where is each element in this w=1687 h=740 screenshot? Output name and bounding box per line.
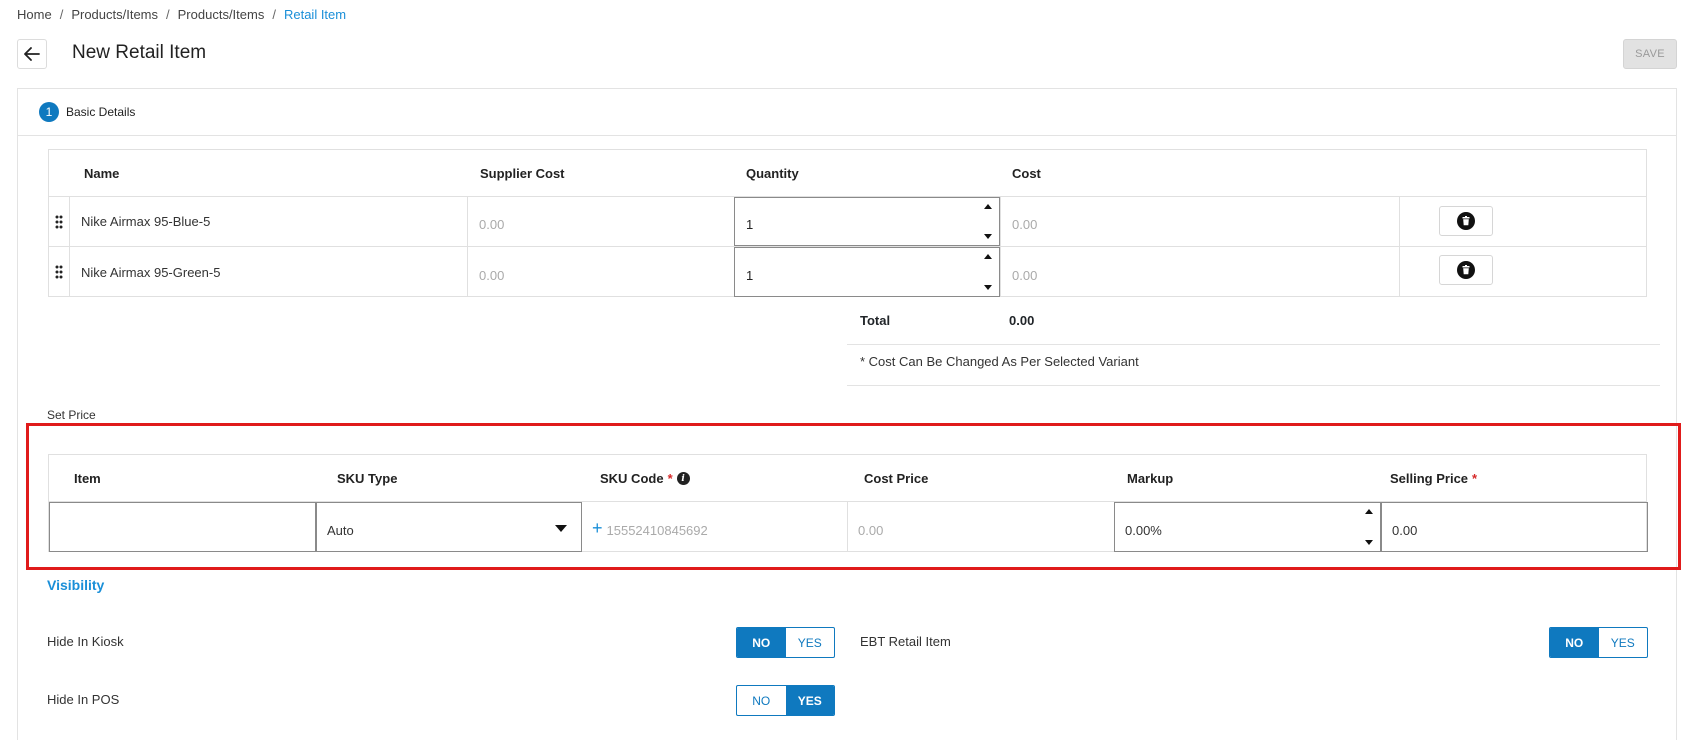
visibility-title: Visibility (47, 577, 105, 593)
hide-pos-toggle[interactable]: NO YES (736, 685, 835, 716)
sku-code-placeholder: 15552410845692 (606, 522, 708, 538)
back-button[interactable] (17, 39, 47, 69)
column-header-selling-price: Selling Price * (1390, 471, 1477, 486)
divider (847, 344, 1660, 345)
divider (847, 385, 1660, 386)
quantity-stepper[interactable]: 1 (734, 197, 1000, 246)
breadcrumb-products[interactable]: Products/Items (71, 7, 158, 22)
hide-pos-label: Hide In POS (47, 692, 120, 707)
table-row: Nike Airmax 95-Green-5 0.00 1 0.00 (49, 247, 1646, 297)
spin-down-icon[interactable] (984, 285, 992, 290)
hide-kiosk-label: Hide In Kiosk (47, 634, 124, 649)
column-header-cost: Cost (1012, 166, 1041, 181)
required-mark: * (1472, 471, 1478, 486)
hide-kiosk-yes[interactable]: YES (786, 628, 835, 657)
column-header-name: Name (84, 166, 120, 181)
supplier-cost-input[interactable]: 0.00 (468, 197, 734, 246)
markup-value: 0.00% (1125, 522, 1162, 538)
trash-icon (1457, 261, 1475, 279)
trash-icon (1457, 212, 1475, 230)
item-input[interactable] (49, 502, 316, 552)
ebt-retail-label: EBT Retail Item (860, 634, 951, 649)
sku-type-select[interactable]: Auto (316, 502, 582, 552)
step-label[interactable]: Basic Details (66, 105, 135, 119)
column-header-cost-price: Cost Price (864, 471, 929, 486)
set-price-table-header: Item SKU Type SKU Code * i Cost Price Ma… (49, 455, 1646, 502)
table-row: Auto + 15552410845692 0.00 0.00% 0.00 (49, 502, 1648, 552)
sku-code-header-label: SKU Code (600, 471, 664, 486)
column-header-sku-code: SKU Code * i (600, 471, 690, 486)
step-number-badge: 1 (39, 102, 59, 122)
caret-down-icon (555, 525, 567, 532)
hide-pos-yes[interactable]: YES (785, 686, 834, 715)
info-icon[interactable]: i (676, 472, 690, 485)
selling-price-input[interactable]: 0.00 (1381, 502, 1648, 552)
delete-variant-button[interactable] (1439, 255, 1493, 285)
total-label: Total (860, 313, 891, 328)
variants-table-header: Name Supplier Cost Quantity Cost (49, 150, 1646, 197)
ebt-retail-no[interactable]: NO (1550, 628, 1599, 657)
hide-kiosk-no[interactable]: NO (737, 628, 786, 657)
set-price-table: Item SKU Type SKU Code * i Cost Price Ma… (48, 454, 1648, 552)
markup-spinner[interactable] (1358, 503, 1380, 551)
column-header-item: Item (74, 471, 101, 486)
column-header-markup: Markup (1127, 471, 1174, 486)
quantity-spinner[interactable] (977, 198, 999, 245)
spin-down-icon[interactable] (1365, 540, 1373, 545)
column-header-sku-type: SKU Type (337, 471, 398, 486)
cost-price-value: 0.00 (858, 522, 884, 538)
plus-icon[interactable]: + (592, 518, 603, 539)
quantity-spinner[interactable] (977, 248, 999, 296)
variants-table: Name Supplier Cost Quantity Cost Nike Ai… (48, 149, 1647, 297)
drag-handle-icon[interactable] (49, 197, 70, 246)
sku-type-value: Auto (327, 522, 354, 538)
quantity-value: 1 (746, 267, 754, 283)
breadcrumb-separator: / (166, 7, 170, 22)
delete-variant-button[interactable] (1439, 206, 1493, 236)
breadcrumb: Home / Products/Items / Products/Items /… (17, 7, 346, 22)
total-value: 0.00 (1009, 313, 1035, 328)
breadcrumb-separator: / (59, 7, 64, 22)
selling-price-header-label: Selling Price (1390, 471, 1469, 486)
hide-pos-no[interactable]: NO (737, 686, 786, 715)
table-row: Nike Airmax 95-Blue-5 0.00 1 0.00 (49, 197, 1646, 247)
breadcrumb-separator: / (272, 7, 276, 22)
supplier-cost-input[interactable]: 0.00 (468, 247, 734, 297)
ebt-retail-toggle[interactable]: NO YES (1549, 627, 1648, 658)
quantity-value: 1 (746, 217, 754, 232)
page-title: New Retail Item (72, 42, 207, 63)
cost-note: * Cost Can Be Changed As Per Selected Va… (860, 354, 1139, 369)
set-price-label: Set Price (47, 408, 96, 422)
variant-name: Nike Airmax 95-Blue-5 (70, 197, 468, 246)
breadcrumb-products-2[interactable]: Products/Items (178, 7, 265, 22)
spin-up-icon[interactable] (1365, 509, 1373, 514)
sku-code-field[interactable]: + 15552410845692 (582, 502, 848, 552)
cost-value: 0.00 (1000, 247, 1400, 297)
breadcrumb-current: Retail Item (283, 7, 347, 22)
required-mark: * (667, 471, 673, 486)
ebt-retail-yes[interactable]: YES (1599, 628, 1648, 657)
step-header: 1 Basic Details (18, 89, 1676, 136)
variant-name: Nike Airmax 95-Green-5 (70, 247, 468, 297)
spin-up-icon[interactable] (984, 204, 992, 209)
breadcrumb-home[interactable]: Home (17, 7, 52, 22)
hide-kiosk-toggle[interactable]: NO YES (736, 627, 835, 658)
spin-up-icon[interactable] (984, 254, 992, 259)
arrow-left-icon (24, 47, 40, 61)
column-header-supplier-cost: Supplier Cost (480, 166, 565, 181)
column-header-quantity: Quantity (746, 166, 799, 181)
markup-stepper[interactable]: 0.00% (1114, 502, 1381, 552)
quantity-stepper[interactable]: 1 (734, 247, 1000, 297)
drag-handle-icon[interactable] (49, 247, 70, 297)
cost-value: 0.00 (1000, 197, 1400, 246)
spin-down-icon[interactable] (984, 234, 992, 239)
save-button[interactable]: SAVE (1623, 39, 1677, 69)
